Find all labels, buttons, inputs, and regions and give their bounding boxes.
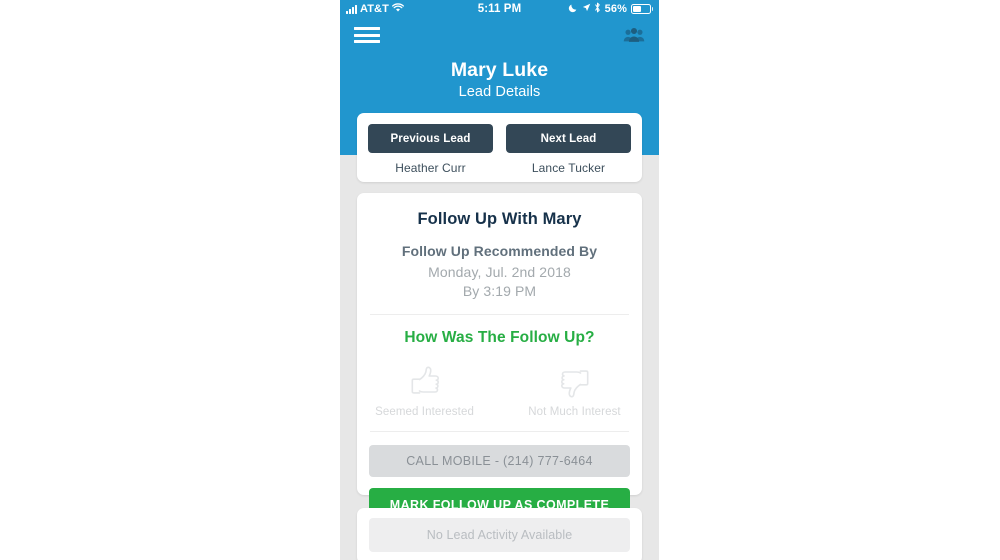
follow-up-title: Follow Up With Mary [417, 210, 582, 228]
option-seemed-interested-label: Seemed Interested [375, 406, 474, 418]
status-bar: AT&T 5:11 PM 56% [340, 0, 659, 18]
battery-icon [630, 4, 653, 14]
option-not-much-interest[interactable]: Not Much Interest [520, 363, 630, 418]
follow-up-recommended-label: Follow Up Recommended By [401, 243, 598, 259]
battery-percent-label: 56% [604, 3, 627, 15]
lead-activity-card: No Lead Activity Available [357, 508, 642, 560]
thumbs-up-icon [370, 363, 480, 401]
follow-up-options: Seemed Interested Not Much Interest [357, 363, 642, 418]
next-lead-button[interactable]: Next Lead [506, 124, 631, 153]
next-lead-name: Lance Tucker [531, 161, 606, 175]
bluetooth-icon [594, 2, 601, 16]
divider-above-actions [370, 431, 629, 432]
follow-up-question: How Was The Follow Up? [404, 329, 595, 346]
divider-above-question [370, 314, 629, 315]
lead-navigation-card: Previous Lead Heather Curr Next Lead Lan… [357, 113, 642, 182]
previous-lead-group: Previous Lead Heather Curr [368, 124, 493, 175]
follow-up-recommended-date: Monday, Jul. 2nd 2018 [428, 264, 571, 280]
lead-navigation-row: Previous Lead Heather Curr Next Lead Lan… [368, 124, 631, 175]
call-mobile-button[interactable]: CALL MOBILE - (214) 777-6464 [369, 445, 630, 477]
screenshot-canvas: AT&T 5:11 PM 56% Mary Luke Lead Details … [0, 0, 1000, 560]
phone-screen: AT&T 5:11 PM 56% Mary Luke Lead Details … [340, 0, 659, 560]
do-not-disturb-moon-icon [568, 3, 578, 16]
option-not-much-interest-label: Not Much Interest [528, 406, 621, 418]
previous-lead-button[interactable]: Previous Lead [368, 124, 493, 153]
header-navbar [340, 18, 659, 52]
follow-up-recommended-time: By 3:19 PM [462, 283, 537, 299]
header-title-block: Mary Luke Lead Details [340, 58, 659, 102]
page-subtitle: Lead Details [458, 84, 541, 100]
previous-lead-name: Heather Curr [395, 161, 466, 175]
next-lead-group: Next Lead Lance Tucker [506, 124, 631, 175]
people-group-icon[interactable] [623, 26, 645, 44]
lead-activity-empty-message: No Lead Activity Available [369, 518, 630, 552]
page-title: Mary Luke [450, 59, 549, 81]
hamburger-menu-icon[interactable] [354, 25, 380, 45]
option-seemed-interested[interactable]: Seemed Interested [370, 363, 480, 418]
location-arrow-icon [582, 3, 591, 15]
thumbs-down-icon [520, 363, 630, 401]
status-bar-right: 56% [568, 2, 653, 16]
follow-up-card: Follow Up With Mary Follow Up Recommende… [357, 193, 642, 521]
